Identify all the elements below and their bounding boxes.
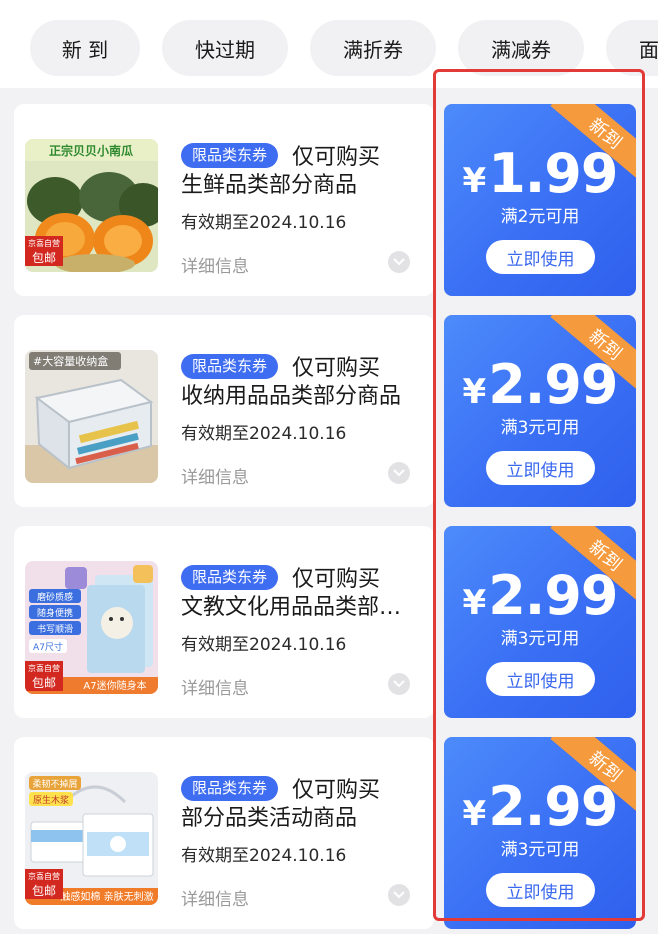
details-link[interactable]: 详细信息 [181,885,249,910]
details-link[interactable]: 详细信息 [181,463,249,488]
coupon-title-line2: 文教文化用品品类部分商品 [181,595,416,620]
coupon-title-line1: 仅可购买 [292,356,381,381]
filter-discount-rate[interactable]: 满折券 [310,20,436,76]
filter-more[interactable]: 面 [606,20,658,76]
image-label-text: 柔韧不掉屑 [32,778,77,790]
filter-expiring[interactable]: 快过期 [162,20,288,76]
badge-bottom-text: 包邮 [31,251,56,265]
jingxi-badge: 京喜自营 包邮 [25,236,63,266]
coupon-validity: 有效期至2024.10.16 [181,846,347,866]
coupon-validity: 有效期至2024.10.16 [181,424,347,444]
coupon-title-line2: 生鲜品类部分商品 [181,173,358,198]
coupon-type-tag: 限品类东券 [181,564,279,590]
product-image-pumpkin: 正宗贝贝小南瓜 京喜自营 包邮 [25,139,158,272]
badge-top-text: 京喜自营 [28,239,60,248]
coupon-title-line1: 仅可购买 [292,567,381,592]
coupon-info: 限品类东券 仅可购买 部分品类活动商品 有效期至2024.10.16 [181,773,431,866]
filter-new[interactable]: 新 到 [30,20,140,76]
coupon-info: 限品类东券 仅可购买 生鲜品类部分商品 有效期至2024.10.16 [181,140,431,233]
chevron-down-icon[interactable] [388,884,410,906]
image-banner-text: #大容量收纳盒 [33,354,108,368]
highlight-box [433,69,645,921]
jingxi-badge: 京喜自营 包邮 [25,869,63,899]
coupon-validity: 有效期至2024.10.16 [181,635,347,655]
badge-bottom-text: 包邮 [31,676,56,690]
coupon-info: 限品类东券 仅可购买 文教文化用品品类部分商品 有效期至2024.10.16 [181,562,431,655]
filter-amount-off[interactable]: 满减券 [458,20,584,76]
chevron-down-icon[interactable] [388,673,410,695]
feature-chip-text: 书写顺滑 [37,624,73,635]
product-image-notebook: 磨砂质感 随身便携 书写顺滑 A7尺寸 A7迷你随身本 京喜自营 包邮 [25,561,158,694]
image-label-text: 原生木浆 [33,794,69,806]
coupon-validity: 有效期至2024.10.16 [181,213,347,233]
image-footer-text: 触感如棉 亲肤无刺激 [60,890,153,903]
coupon-type-tag: 限品类东券 [181,353,279,379]
coupon-card[interactable]: 磨砂质感 随身便携 书写顺滑 A7尺寸 A7迷你随身本 京喜自营 包邮 限品类东… [14,526,434,718]
coupon-type-tag: 限品类东券 [181,142,279,168]
coupon-title-line2: 部分品类活动商品 [181,806,358,831]
coupon-title-line1: 仅可购买 [292,778,381,803]
image-banner-text: 正宗贝贝小南瓜 [49,143,133,158]
product-image-storage-box: #大容量收纳盒 [25,350,158,483]
coupon-card[interactable]: 正宗贝贝小南瓜 京喜自营 包邮 限品类东券 仅可购买 生鲜品类部分商品 有效期至… [14,104,434,296]
jingxi-badge: 京喜自营 包邮 [25,661,63,691]
size-label-text: A7尺寸 [33,641,63,653]
coupon-type-tag: 限品类东券 [181,775,279,801]
coupon-title-line2: 收纳用品品类部分商品 [181,384,402,409]
details-link[interactable]: 详细信息 [181,252,249,277]
coupon-card[interactable]: 柔韧不掉屑 原生木浆 触感如棉 亲肤无刺激 京喜自营 包邮 限品类东券 仅可购买… [14,737,434,929]
coupon-title-line1: 仅可购买 [292,145,381,170]
coupon-card[interactable]: #大容量收纳盒 限品类东券 仅可购买 收纳用品品类部分商品 有效期至2024.1… [14,315,434,507]
coupon-info: 限品类东券 仅可购买 收纳用品品类部分商品 有效期至2024.10.16 [181,351,431,444]
feature-chip-text: 磨砂质感 [37,591,73,603]
details-link[interactable]: 详细信息 [181,674,249,699]
badge-top-text: 京喜自营 [28,872,60,881]
image-footer-text: A7迷你随身本 [83,679,146,692]
badge-bottom-text: 包邮 [31,884,56,898]
product-image-tissues: 柔韧不掉屑 原生木浆 触感如棉 亲肤无刺激 京喜自营 包邮 [25,772,158,905]
badge-top-text: 京喜自营 [28,664,60,673]
chevron-down-icon[interactable] [388,251,410,273]
feature-chip-text: 随身便携 [37,607,73,619]
chevron-down-icon[interactable] [388,462,410,484]
